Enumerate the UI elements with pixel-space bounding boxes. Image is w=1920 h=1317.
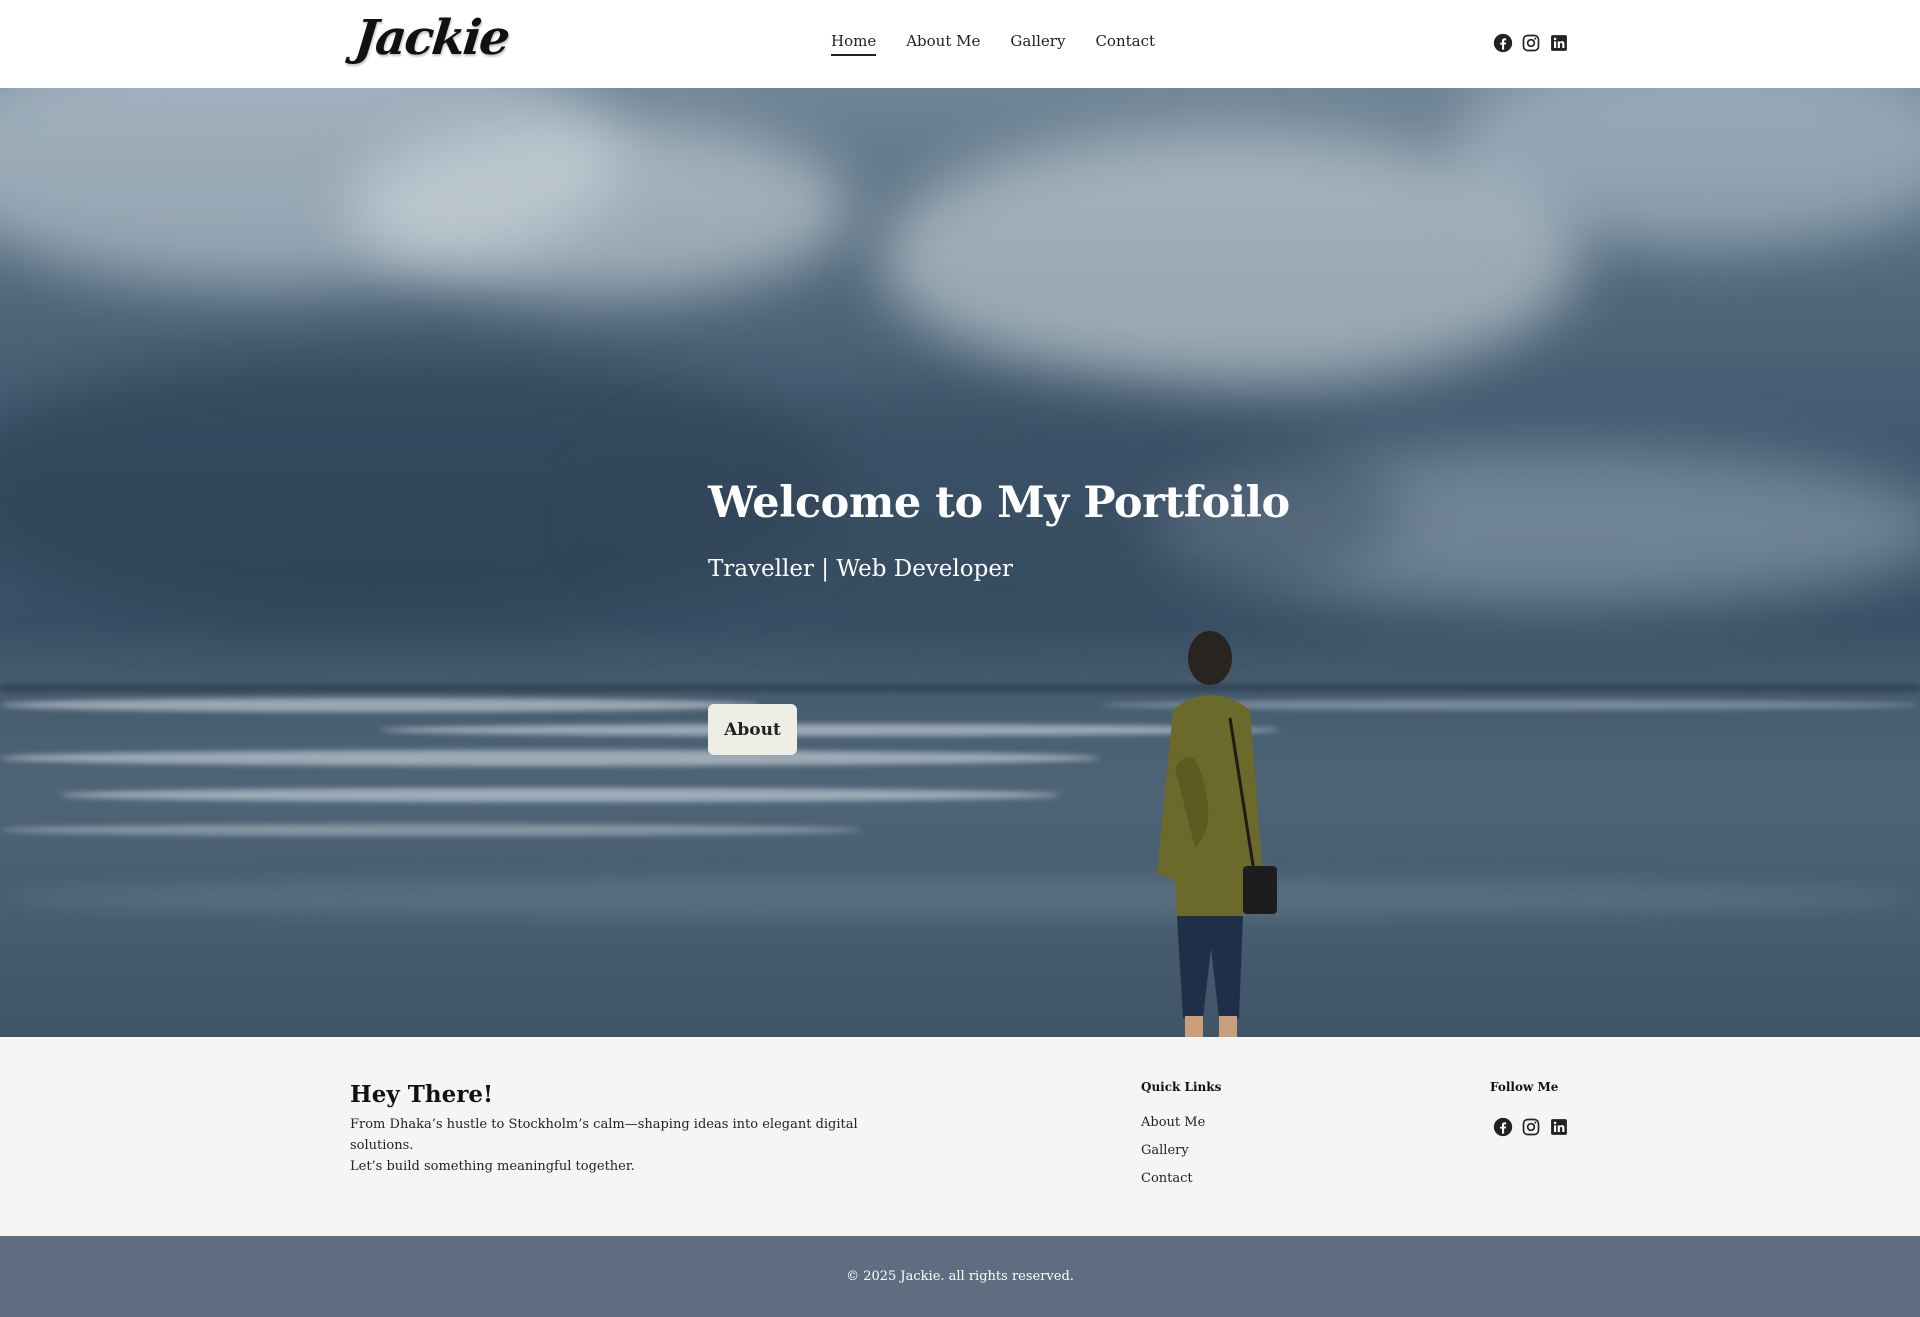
footer-heading: Hey There! — [350, 1081, 494, 1108]
footer-description-line: From Dhaka’s hustle to Stockholm’s calm—… — [350, 1117, 858, 1153]
header-social-links — [1493, 33, 1569, 53]
hero-title: Welcome to My Portfoilo — [708, 478, 1290, 528]
about-button[interactable]: About — [708, 704, 797, 755]
cloud — [350, 118, 850, 298]
footer-link-about[interactable]: About Me — [1141, 1114, 1205, 1132]
facebook-icon[interactable] — [1493, 1117, 1513, 1137]
follow-me-heading: Follow Me — [1490, 1080, 1559, 1094]
footer-link-gallery[interactable]: Gallery — [1141, 1142, 1205, 1160]
nav-home-link[interactable]: Home — [831, 32, 877, 56]
instagram-icon[interactable] — [1521, 33, 1541, 53]
footer-social-links — [1493, 1117, 1569, 1137]
linkedin-icon[interactable] — [1549, 1117, 1569, 1137]
horizon-line — [0, 684, 1920, 692]
site-footer: Hey There! From Dhaka’s hustle to Stockh… — [0, 1037, 1920, 1236]
footer-link-contact[interactable]: Contact — [1141, 1170, 1205, 1188]
footer-description-line: Let’s build something meaningful togethe… — [350, 1159, 635, 1174]
quick-links: About Me Gallery Contact — [1141, 1114, 1205, 1188]
wave — [0, 698, 760, 712]
instagram-icon[interactable] — [1521, 1117, 1541, 1137]
hero-section: Welcome to My Portfoilo Traveller | Web … — [0, 88, 1920, 1037]
person-photo — [1157, 631, 1277, 1037]
facebook-icon[interactable] — [1493, 33, 1513, 53]
wave — [60, 788, 1060, 802]
wet-sand — [0, 878, 1920, 918]
site-header: Jackie Home About Me Gallery Contact — [0, 0, 1920, 88]
copyright-text: © 2025 Jackie. all rights reserved. — [846, 1269, 1074, 1284]
nav-about-link[interactable]: About Me — [906, 32, 980, 56]
footer-description: From Dhaka’s hustle to Stockholm’s calm—… — [350, 1114, 910, 1177]
wave — [0, 750, 1100, 766]
quick-links-heading: Quick Links — [1141, 1080, 1222, 1094]
hero-subtitle: Traveller | Web Developer — [708, 556, 1013, 582]
nav-gallery-link[interactable]: Gallery — [1010, 32, 1065, 56]
linkedin-icon[interactable] — [1549, 33, 1569, 53]
hero-content: Welcome to My Portfoilo Traveller | Web … — [708, 478, 1290, 755]
site-logo[interactable]: Jackie — [352, 10, 511, 66]
nav-contact-link[interactable]: Contact — [1095, 32, 1155, 56]
main-nav: Home About Me Gallery Contact — [831, 32, 1155, 56]
wave — [0, 824, 860, 836]
copyright-bar: © 2025 Jackie. all rights reserved. — [0, 1236, 1920, 1317]
